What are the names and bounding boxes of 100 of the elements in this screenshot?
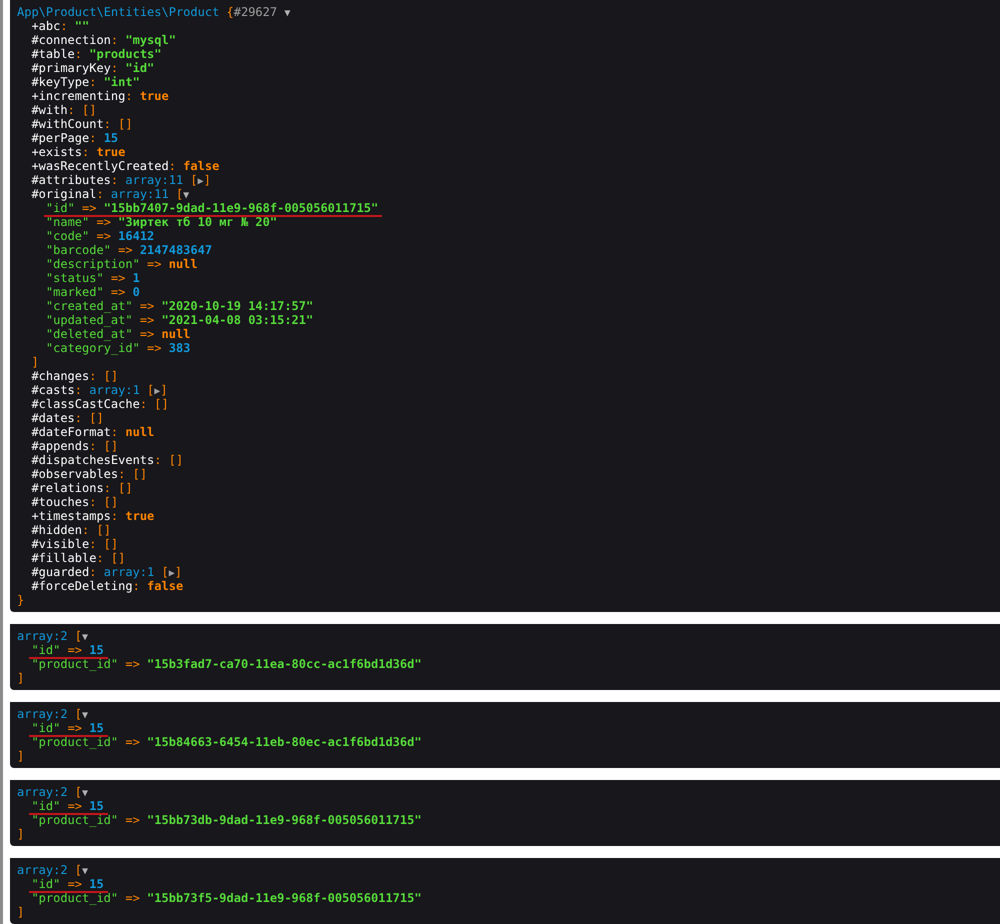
array-key: "created_at" xyxy=(46,299,133,313)
constant-value: null xyxy=(125,425,154,439)
type-label: array:1 xyxy=(104,565,154,579)
punctuation: => xyxy=(117,243,134,257)
punctuation: : xyxy=(168,159,177,173)
punctuation: ] xyxy=(17,671,24,685)
punctuation: [ xyxy=(189,173,198,187)
array-key: "id" xyxy=(31,877,60,891)
array-key: "id" xyxy=(46,201,75,215)
property-name: #changes xyxy=(31,369,90,383)
punctuation: [ xyxy=(74,785,82,799)
property-name: #fillable xyxy=(31,551,96,565)
string-value: "int" xyxy=(104,75,140,89)
punctuation: : [] xyxy=(89,537,118,551)
property-name: #attributes xyxy=(31,173,111,187)
number-value: 1 xyxy=(132,271,140,285)
punctuation: ] xyxy=(31,355,39,369)
type-label: array:1 xyxy=(89,383,140,397)
expand-toggle[interactable]: ▼ xyxy=(82,710,88,721)
property-name: #guarded xyxy=(31,565,90,579)
punctuation: [ xyxy=(174,187,184,201)
punctuation: => xyxy=(66,643,84,657)
constant-value: true xyxy=(125,509,154,523)
type-label: array:2 xyxy=(17,863,68,877)
array-key: "id" xyxy=(31,799,60,813)
punctuation: : xyxy=(89,565,98,579)
punctuation: : xyxy=(110,425,120,439)
array-key: "barcode" xyxy=(46,243,111,257)
punctuation: : [] xyxy=(96,551,126,565)
property-name: #relations xyxy=(31,481,104,495)
constant-value: true xyxy=(96,145,126,159)
property-name: #hidden xyxy=(31,523,82,537)
expand-toggle[interactable]: ▶ xyxy=(168,568,175,579)
string-value: "" xyxy=(74,19,90,33)
property-name: #primaryKey xyxy=(31,61,111,75)
punctuation: [ xyxy=(74,863,82,877)
punctuation: ] xyxy=(17,827,24,841)
punctuation: [ xyxy=(146,383,154,397)
punctuation: : [] xyxy=(82,523,111,537)
property-name: #table xyxy=(31,47,75,61)
punctuation: => xyxy=(138,327,156,341)
property-name: #appends xyxy=(31,439,90,453)
punctuation: : xyxy=(60,19,69,33)
expand-toggle[interactable]: ▼ xyxy=(82,632,88,643)
string-value: "Зиртек тб 10 мг № 20" xyxy=(118,215,278,229)
property-name: #original xyxy=(31,187,96,201)
array-key: "deleted_at" xyxy=(46,327,133,341)
string-value: "products" xyxy=(89,47,162,61)
array-key: "product_id" xyxy=(31,891,118,905)
string-value: "15b84663-6454-11eb-80ec-ac1f6bd1d36d" xyxy=(147,735,422,749)
punctuation: => xyxy=(124,813,141,827)
expand-toggle[interactable]: ▶ xyxy=(154,386,160,397)
punctuation: : xyxy=(110,509,120,523)
string-value: "15b3fad7-ca70-11ea-80cc-ac1f6bd1d36d" xyxy=(147,657,422,671)
punctuation: : xyxy=(74,383,84,397)
punctuation: => xyxy=(95,215,112,229)
punctuation: => xyxy=(66,877,84,891)
string-value: "id" xyxy=(125,61,154,75)
type-label: array:11 xyxy=(110,187,169,201)
number-value: 15 xyxy=(89,721,104,735)
number-value: 2147483647 xyxy=(140,243,212,257)
punctuation: [ xyxy=(74,629,82,643)
punctuation: : xyxy=(96,187,105,201)
type-label: array:2 xyxy=(17,707,68,721)
expand-toggle[interactable]: ▼ xyxy=(82,788,88,799)
property-name: #visible xyxy=(31,537,90,551)
array-key: "name" xyxy=(46,215,90,229)
property-name: +abc xyxy=(31,19,60,33)
string-value: "mysql" xyxy=(125,33,176,47)
punctuation: : xyxy=(132,579,141,593)
expand-toggle[interactable]: ▼ xyxy=(183,190,190,201)
punctuation: : xyxy=(74,47,84,61)
type-label: array:2 xyxy=(17,629,68,643)
punctuation: ] xyxy=(17,905,24,919)
punctuation: ] xyxy=(160,383,168,397)
string-value: "15bb73db-9dad-11e9-968f-005056011715" xyxy=(147,813,422,827)
expand-toggle[interactable]: ▼ xyxy=(284,8,290,19)
expand-toggle[interactable]: ▼ xyxy=(82,866,88,877)
punctuation: } xyxy=(17,593,24,607)
number-value: 16412 xyxy=(118,229,154,243)
array-key: "code" xyxy=(46,229,90,243)
punctuation: : xyxy=(110,61,120,75)
array-key: "product_id" xyxy=(31,657,118,671)
array-key: "product_id" xyxy=(31,813,118,827)
punctuation: : [] xyxy=(89,369,118,383)
punctuation: => xyxy=(124,891,141,905)
property-name: #dates xyxy=(31,411,75,425)
punctuation: [ xyxy=(74,707,82,721)
punctuation: : [] xyxy=(104,481,133,495)
constant-value: false xyxy=(147,579,184,593)
number-value: 15 xyxy=(89,877,104,891)
punctuation: : [] xyxy=(104,117,133,131)
expand-toggle[interactable]: ▶ xyxy=(198,176,204,187)
punctuation: : [] xyxy=(89,495,118,509)
property-name: +incrementing xyxy=(31,89,126,103)
punctuation: [ xyxy=(160,565,169,579)
array-key: "category_id" xyxy=(46,341,140,355)
property-name: #dateFormat xyxy=(31,425,111,439)
array-key: "updated_at" xyxy=(46,313,133,327)
array-key: "status" xyxy=(46,271,104,285)
